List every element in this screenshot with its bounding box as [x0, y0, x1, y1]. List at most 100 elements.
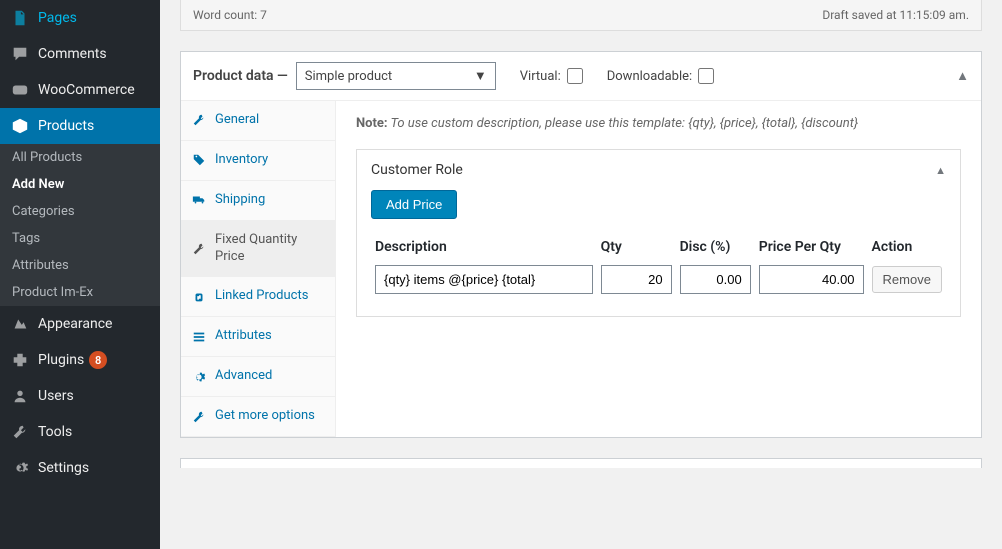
chevron-down-icon: ▼	[474, 68, 487, 84]
downloadable-checkbox[interactable]	[698, 68, 714, 84]
virtual-checkbox[interactable]	[567, 68, 583, 84]
truck-icon	[191, 192, 207, 208]
tab-label: General	[215, 112, 259, 129]
tab-attributes[interactable]: Attributes	[181, 317, 335, 357]
tag-icon	[191, 152, 207, 168]
sidebar-label: Pages	[38, 10, 77, 26]
tab-label: Attributes	[215, 328, 272, 345]
tab-label: Inventory	[215, 152, 268, 169]
tab-linked-products[interactable]: Linked Products	[181, 277, 335, 317]
price-per-qty-input[interactable]	[759, 265, 864, 294]
tab-general[interactable]: General	[181, 101, 335, 141]
main-content: Word count: 7 Draft saved at 11:15:09 am…	[160, 0, 1002, 549]
tools-icon	[10, 422, 30, 442]
sidebar-label: WooCommerce	[38, 82, 135, 98]
sidebar-item-pages[interactable]: Pages	[0, 0, 160, 36]
plugins-icon	[10, 350, 30, 370]
submenu-tags[interactable]: Tags	[0, 225, 160, 252]
tab-get-more-options[interactable]: Get more options	[181, 397, 335, 437]
sidebar-label: Appearance	[38, 316, 112, 332]
submenu-add-new[interactable]: Add New	[0, 171, 160, 198]
product-type-select[interactable]: Simple product ▼	[296, 62, 496, 90]
header-price-per-qty: Price Per Qty	[755, 233, 868, 261]
more-icon	[191, 409, 207, 425]
qty-input[interactable]	[601, 265, 672, 294]
wordcount-bar: Word count: 7 Draft saved at 11:15:09 am…	[180, 0, 982, 31]
product-type-value: Simple product	[305, 69, 392, 84]
draft-status: Draft saved at 11:15:09 am.	[822, 8, 969, 22]
panel-collapse-toggle[interactable]: ▲	[956, 68, 969, 84]
sidebar-item-tools[interactable]: Tools	[0, 414, 160, 450]
pages-icon	[10, 8, 30, 28]
users-icon	[10, 386, 30, 406]
downloadable-label: Downloadable:	[607, 69, 692, 84]
price-table: Description Qty Disc (%) Price Per Qty A…	[371, 233, 946, 298]
tab-label: Shipping	[215, 192, 265, 209]
note-text: Note: To use custom description, please …	[356, 116, 961, 131]
customer-role-panel: Customer Role ▲ Add Price Description Qt…	[356, 149, 961, 317]
note-bold: Note:	[356, 116, 388, 131]
product-data-header: Product data — Simple product ▼ Virtual:…	[181, 52, 981, 101]
role-body: Add Price Description Qty Disc (%) Price…	[357, 190, 960, 316]
sidebar-item-users[interactable]: Users	[0, 378, 160, 414]
product-data-body: General Inventory Shipping Fixed Quantit…	[181, 101, 981, 437]
role-header[interactable]: Customer Role ▲	[357, 150, 960, 190]
woo-icon	[10, 80, 30, 100]
word-count: Word count: 7	[193, 8, 267, 22]
sidebar-label: Comments	[38, 46, 107, 62]
tab-inventory[interactable]: Inventory	[181, 141, 335, 181]
submenu-all-products[interactable]: All Products	[0, 144, 160, 171]
remove-button[interactable]: Remove	[872, 266, 942, 293]
note-body: To use custom description, please use th…	[388, 116, 859, 131]
link-icon	[191, 289, 207, 305]
sidebar-item-appearance[interactable]: Appearance	[0, 306, 160, 342]
description-input[interactable]	[375, 265, 593, 294]
tab-fixed-quantity-price[interactable]: Fixed Quantity Price	[181, 221, 335, 278]
header-action: Action	[868, 233, 946, 261]
sidebar-label: Tools	[38, 424, 72, 440]
tab-content: Note: To use custom description, please …	[336, 101, 981, 437]
admin-sidebar: Pages Comments WooCommerce Products All …	[0, 0, 160, 549]
submenu-product-im-ex[interactable]: Product Im-Ex	[0, 279, 160, 306]
appearance-icon	[10, 314, 30, 334]
tab-label: Linked Products	[215, 288, 308, 305]
list-icon	[191, 329, 207, 345]
tab-label: Get more options	[215, 408, 315, 425]
table-row: Remove	[371, 261, 946, 298]
products-submenu: All Products Add New Categories Tags Att…	[0, 144, 160, 306]
wrench-icon	[191, 241, 207, 257]
sidebar-label: Users	[38, 388, 74, 404]
next-panel-placeholder	[180, 458, 982, 468]
add-price-button[interactable]: Add Price	[371, 190, 457, 219]
role-title: Customer Role	[371, 162, 463, 178]
tab-label: Fixed Quantity Price	[215, 232, 325, 266]
tab-shipping[interactable]: Shipping	[181, 181, 335, 221]
comments-icon	[10, 44, 30, 64]
product-tabs: General Inventory Shipping Fixed Quantit…	[181, 101, 336, 437]
sidebar-label: Plugins	[38, 352, 84, 368]
submenu-attributes[interactable]: Attributes	[0, 252, 160, 279]
chevron-up-icon: ▲	[935, 164, 946, 177]
header-disc: Disc (%)	[676, 233, 755, 261]
sidebar-label: Settings	[38, 460, 89, 476]
submenu-categories[interactable]: Categories	[0, 198, 160, 225]
sidebar-item-products[interactable]: Products	[0, 108, 160, 144]
gear-icon	[191, 369, 207, 385]
virtual-label: Virtual:	[520, 69, 561, 84]
sidebar-item-comments[interactable]: Comments	[0, 36, 160, 72]
settings-icon	[10, 458, 30, 478]
disc-input[interactable]	[680, 265, 751, 294]
header-description: Description	[371, 233, 597, 261]
sidebar-label: Products	[38, 118, 94, 134]
product-data-panel: Product data — Simple product ▼ Virtual:…	[180, 51, 982, 438]
sidebar-item-woocommerce[interactable]: WooCommerce	[0, 72, 160, 108]
wrench-icon	[191, 112, 207, 128]
product-data-title: Product data —	[193, 68, 288, 84]
products-icon	[10, 116, 30, 136]
plugins-badge: 8	[89, 351, 107, 369]
tab-label: Advanced	[215, 368, 272, 385]
sidebar-item-plugins[interactable]: Plugins 8	[0, 342, 160, 378]
header-qty: Qty	[597, 233, 676, 261]
sidebar-item-settings[interactable]: Settings	[0, 450, 160, 486]
tab-advanced[interactable]: Advanced	[181, 357, 335, 397]
